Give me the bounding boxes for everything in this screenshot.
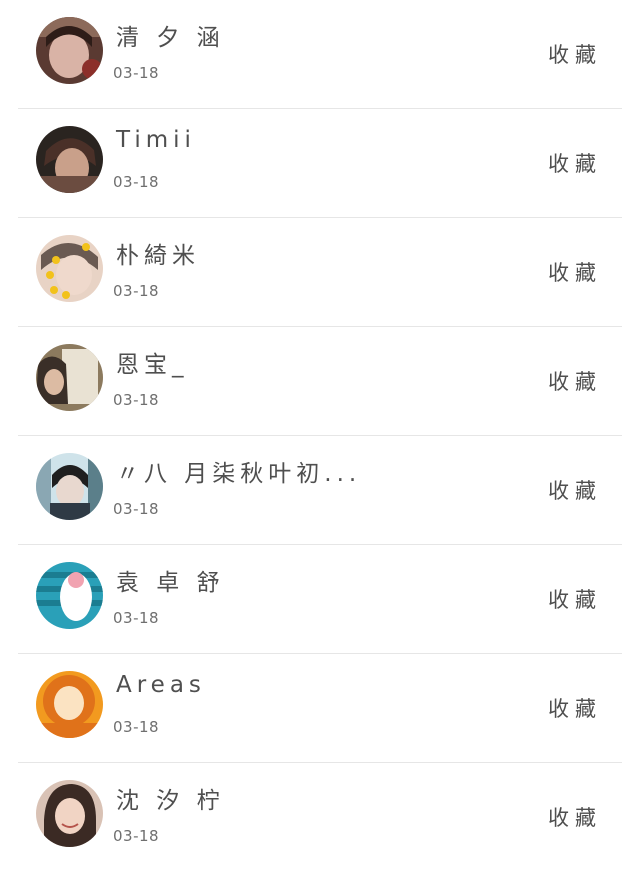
contact-name: 清 夕 涵 <box>116 25 225 51</box>
list-item[interactable]: 朴綺米 03-18 收藏 <box>0 218 640 327</box>
contact-date: 03-18 <box>113 391 160 409</box>
favorite-button[interactable]: 收藏 <box>548 39 602 69</box>
list-item[interactable]: Areas 03-18 收藏 <box>0 654 640 763</box>
contact-list: 清 夕 涵 03-18 收藏 Timii 03-18 收藏 朴綺米 03-18 … <box>0 0 640 872</box>
list-item[interactable]: 清 夕 涵 03-18 收藏 <box>0 0 640 109</box>
contact-date: 03-18 <box>113 500 160 518</box>
favorite-button[interactable]: 收藏 <box>548 257 602 287</box>
favorite-button[interactable]: 收藏 <box>548 693 602 723</box>
contact-name: 朴綺米 <box>116 243 200 269</box>
smiling-girl-avatar-icon[interactable] <box>36 780 103 847</box>
contact-name: Areas <box>116 672 206 698</box>
contact-name: 沈 汐 柠 <box>116 788 225 814</box>
list-item[interactable]: 〃八 月柒秋叶初... 03-18 收藏 <box>0 436 640 545</box>
contact-date: 03-18 <box>113 718 160 736</box>
flower-crown-avatar-icon[interactable] <box>36 235 103 302</box>
mirror-selfie-avatar-icon[interactable] <box>36 344 103 411</box>
contact-name: Timii <box>116 127 196 153</box>
list-item[interactable]: Timii 03-18 收藏 <box>0 109 640 218</box>
boy-photo-avatar-icon[interactable] <box>36 126 103 193</box>
anime-boy-avatar-icon[interactable] <box>36 453 103 520</box>
contact-name: 〃八 月柒秋叶初... <box>116 461 362 487</box>
list-item[interactable]: 恩宝_ 03-18 收藏 <box>0 327 640 436</box>
list-item[interactable]: 沈 汐 柠 03-18 收藏 <box>0 763 640 872</box>
girl-photo-avatar-icon[interactable] <box>36 17 103 84</box>
favorite-button[interactable]: 收藏 <box>548 366 602 396</box>
contact-date: 03-18 <box>113 282 160 300</box>
favorite-button[interactable]: 收藏 <box>548 584 602 614</box>
contact-date: 03-18 <box>113 64 160 82</box>
contact-name: 恩宝_ <box>116 352 189 378</box>
favorite-button[interactable]: 收藏 <box>548 802 602 832</box>
contact-name: 袁 卓 舒 <box>116 570 225 596</box>
list-item[interactable]: 袁 卓 舒 03-18 收藏 <box>0 545 640 654</box>
favorite-button[interactable]: 收藏 <box>548 148 602 178</box>
contact-date: 03-18 <box>113 827 160 845</box>
contact-date: 03-18 <box>113 173 160 191</box>
contact-date: 03-18 <box>113 609 160 627</box>
orange-hood-avatar-icon[interactable] <box>36 671 103 738</box>
favorite-button[interactable]: 收藏 <box>548 475 602 505</box>
stadium-avatar-icon[interactable] <box>36 562 103 629</box>
